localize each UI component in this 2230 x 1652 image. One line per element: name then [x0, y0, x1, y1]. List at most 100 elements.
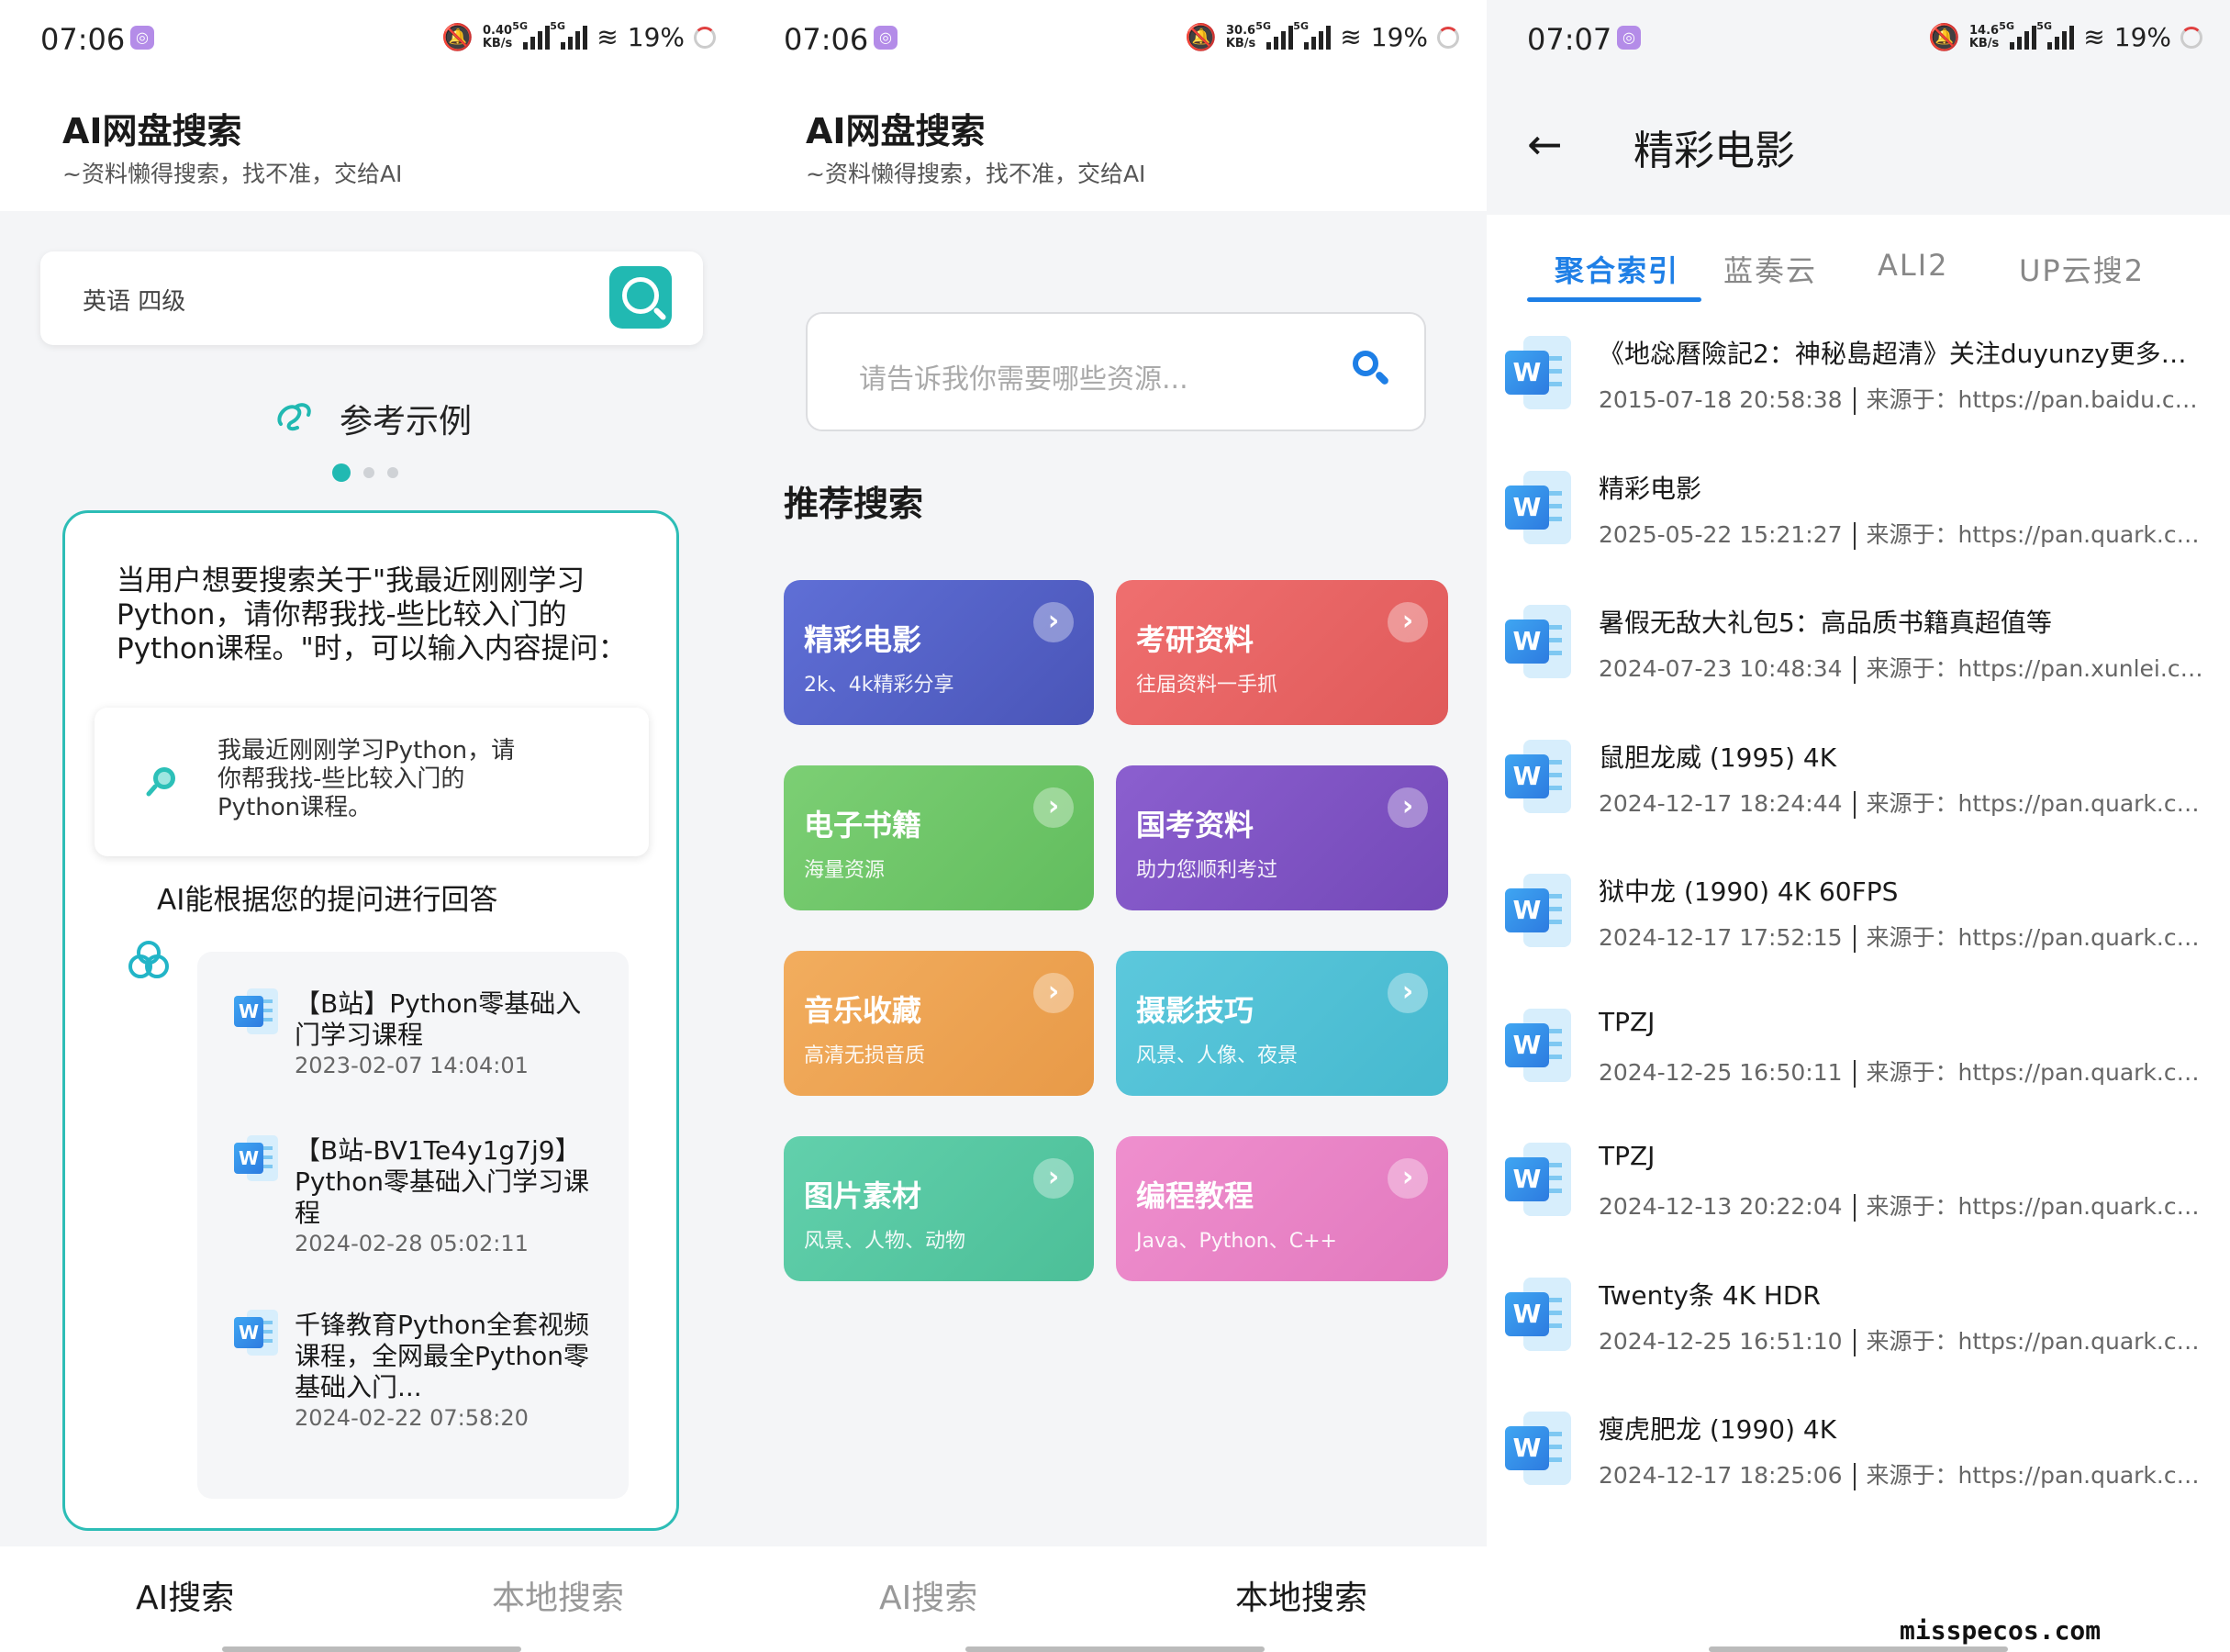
net-speed: 0.40 KB/s	[482, 23, 513, 50]
chevron-right-icon[interactable]: ›	[1388, 602, 1428, 642]
chevron-right-icon[interactable]: ›	[1033, 787, 1074, 828]
word-doc-icon: W	[1505, 1008, 1571, 1082]
home-indicator[interactable]	[222, 1646, 521, 1652]
battery-icon	[2180, 26, 2202, 49]
result-item[interactable]: W 鼠胆龙威 (1995) 4K 2024-12-17 18:24:44 来源于：ht…	[1505, 738, 2212, 872]
chevron-right-icon[interactable]: ›	[1033, 973, 1074, 1013]
category-desc: 高清无损音质	[804, 1044, 926, 1067]
signal-icon: 5G	[1255, 20, 1294, 50]
tab-lanzou[interactable]: 蓝奏云	[1723, 248, 1817, 290]
word-doc-icon: W	[1505, 739, 1571, 813]
wifi-icon: ≋	[1340, 22, 1362, 52]
result-date: 2015-07-18 20:58:38	[1599, 386, 1843, 413]
result-item[interactable]: W 暑假无敌大礼包5：高品质书籍真超值等 2024-07-23 10:48:34 来源…	[1505, 603, 2212, 737]
category-card[interactable]: 音乐收藏高清无损音质 ›	[784, 951, 1094, 1096]
battery-percent: 19%	[2113, 22, 2171, 52]
carousel-indicator[interactable]	[332, 463, 398, 482]
category-card[interactable]: 电子书籍 海量资源 ›	[784, 765, 1094, 910]
signal-icon: 5G	[1293, 20, 1332, 50]
ai-search-input[interactable]: 英语 四级	[40, 251, 703, 345]
recommend-title: 推荐搜索	[784, 484, 924, 524]
result-source: https://pan.xunlei.com/s/xxxxx	[1957, 655, 2204, 682]
source-label: 来源于：	[1866, 789, 1958, 817]
screen-ai-search: 07:06 ◎ 🔕 0.40 KB/s 5G 5G ≋ 19% AI网盘搜索 ~资…	[0, 0, 743, 1652]
nav-local-search[interactable]: 本地搜索	[492, 1571, 624, 1619]
category-card[interactable]: 精彩电影 2k、4k精彩分享 ›	[784, 580, 1094, 725]
chevron-right-icon[interactable]: ›	[1033, 602, 1074, 642]
tab-aggregate-index[interactable]: 聚合索引	[1555, 248, 1679, 290]
result-date: 2024-12-25 16:51:10	[1599, 1327, 1843, 1355]
net-speed: 30.6 KB/s	[1225, 23, 1256, 50]
result-item[interactable]: W 《地惢曆險記2：神秘島超清》关注duyunzy更多精彩资源 2015-07-18…	[1505, 334, 2212, 468]
result-item[interactable]: W Twenty条 4K HDR 2024-12-25 16:51:10 来源于：ht…	[1505, 1276, 2212, 1410]
signal-icon: 5G	[1999, 20, 2037, 50]
wifi-icon: ≋	[597, 22, 619, 52]
result-item[interactable]: W 千锋教育Python全套视频课程，全网最全Python零基础入门... 20…	[234, 1310, 601, 1431]
result-item[interactable]: W 【B站】Python零基础入门学习课程 2023-02-07 14:04:0…	[234, 988, 601, 1078]
chevron-right-icon[interactable]: ›	[1388, 787, 1428, 828]
chevron-right-icon[interactable]: ›	[1033, 1158, 1074, 1199]
tab-upyun2[interactable]: UP云搜2	[2019, 248, 2145, 290]
result-source: https://pan.quark.cn/s/xxxxx	[1957, 789, 2204, 817]
result-source: https://pan.quark.cn/s/xxxxx	[1957, 1193, 2204, 1220]
carousel-dot[interactable]	[363, 467, 374, 478]
result-meta: 2024-12-17 18:25:06 来源于：https://pan.quark…	[1599, 1457, 2204, 1490]
app-title: AI网盘搜索	[806, 111, 986, 151]
resource-search-input[interactable]: 请告诉我你需要哪些资源...	[806, 312, 1426, 431]
result-source: https://pan.quark.cn/s/xxxxx	[1957, 520, 2204, 548]
nav-ai-search[interactable]: AI搜索	[136, 1571, 234, 1619]
watermark: misspecos.com	[1900, 1615, 2102, 1646]
carousel-dot-active[interactable]	[332, 463, 351, 482]
word-doc-icon: W	[1505, 470, 1571, 544]
signal-icon: 5G	[550, 20, 588, 50]
category-desc: 助力您顺利考过	[1136, 859, 1278, 882]
category-card[interactable]: 考研资料 往届资料一手抓 ›	[1116, 580, 1448, 725]
result-item[interactable]: W 瘦虎肥龙 (1990) 4K 2024-12-17 18:25:06 来源于：ht…	[1505, 1410, 2212, 1544]
result-title: 狱中龙 (1990) 4K 60FPS	[1599, 876, 1899, 907]
mute-icon: 🔕	[440, 22, 474, 52]
app-title: AI网盘搜索	[62, 111, 242, 151]
result-item[interactable]: W 狱中龙 (1990) 4K 60FPS 2024-12-17 17:52:15 来…	[1505, 872, 2212, 1006]
result-item[interactable]: W 【B站-BV1Te4y1g7j9】Python零基础入门学习课程 2024-…	[234, 1135, 601, 1256]
category-card[interactable]: 编程教程 Java、Python、C++ ›	[1116, 1136, 1448, 1281]
result-title: 《地惢曆險記2：神秘島超清》关注duyunzy更多精彩资源	[1599, 339, 2204, 369]
category-desc: 2k、4k精彩分享	[804, 674, 954, 697]
divider	[1853, 387, 1856, 415]
category-card[interactable]: 图片素材 风景、人物、动物 ›	[784, 1136, 1094, 1281]
battery-icon	[694, 26, 716, 49]
result-item[interactable]: W TPZJ 2024-12-13 20:22:04 来源于：https://pan.…	[1505, 1141, 2212, 1275]
mute-icon: 🔕	[1184, 22, 1217, 52]
notification-app-icon: ◎	[130, 26, 154, 50]
home-indicator[interactable]	[965, 1646, 1265, 1652]
category-card[interactable]: 国考资料 助力您顺利考过 ›	[1116, 765, 1448, 910]
result-title: 【B站】Python零基础入门学习课程	[295, 988, 582, 1050]
search-button[interactable]	[609, 266, 672, 329]
tab-ali2[interactable]: ALI2	[1878, 248, 1949, 283]
result-meta: 2015-07-18 20:58:38 来源于：https://pan.baidu…	[1599, 382, 2204, 415]
search-icon[interactable]	[1353, 351, 1390, 386]
link-icon	[277, 403, 311, 431]
nav-ai-search[interactable]: AI搜索	[879, 1571, 977, 1619]
result-date: 2024-12-17 18:25:06	[1599, 1462, 1843, 1489]
result-item[interactable]: W 精彩电影 2025-05-22 15:21:27 来源于：https://pan.…	[1505, 469, 2212, 603]
clock: 07:07	[1527, 22, 1612, 57]
home-indicator[interactable]	[1709, 1646, 2008, 1652]
category-card[interactable]: 摄影技巧 风景、人像、夜景 ›	[1116, 951, 1448, 1096]
clock: 07:06	[784, 22, 869, 57]
carousel-dot[interactable]	[387, 467, 398, 478]
result-source: https://pan.quark.cn/s/xxxxx	[1957, 1462, 2204, 1489]
net-speed: 14.6 KB/s	[1968, 23, 2000, 50]
result-date: 2024-02-28 05:02:11	[295, 1231, 529, 1256]
result-item[interactable]: W TPZJ 2024-12-25 16:50:11 来源于：https://pan.…	[1505, 1007, 2212, 1141]
category-name: 音乐收藏	[804, 993, 922, 1028]
chevron-right-icon[interactable]: ›	[1388, 1158, 1428, 1199]
battery-icon	[1437, 26, 1459, 49]
word-doc-icon: W	[234, 988, 278, 1034]
category-name: 精彩电影	[804, 622, 922, 657]
result-title: 千锋教育Python全套视频课程，全网最全Python零基础入门...	[295, 1310, 590, 1402]
back-arrow-icon[interactable]: ←	[1527, 119, 1563, 169]
nav-local-search[interactable]: 本地搜索	[1235, 1571, 1367, 1619]
divider	[1853, 790, 1856, 819]
chevron-right-icon[interactable]: ›	[1388, 973, 1428, 1013]
active-tab-indicator	[1527, 297, 1701, 302]
